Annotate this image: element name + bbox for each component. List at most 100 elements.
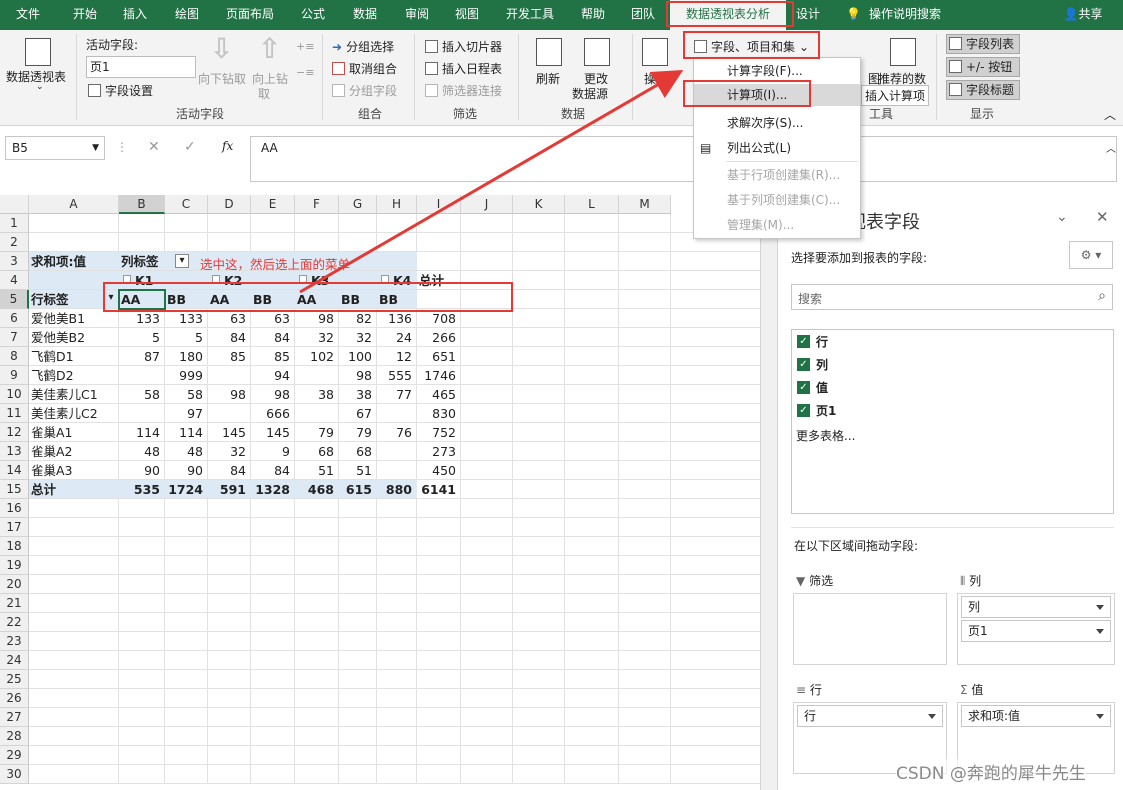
value-cell[interactable]: 77	[379, 385, 415, 404]
value-cell[interactable]: 98	[210, 385, 249, 404]
value-cell[interactable]: 12	[379, 347, 415, 366]
plus-minus-toggle[interactable]: +/- 按钮	[946, 57, 1020, 77]
tab-file[interactable]: 文件	[8, 0, 48, 30]
row-header-26[interactable]: 26	[0, 689, 29, 708]
value-cell[interactable]	[297, 404, 337, 423]
value-cell[interactable]	[121, 404, 163, 423]
chevron-down-icon[interactable]: ⌄	[1056, 209, 1068, 225]
value-cell[interactable]: 84	[253, 328, 293, 347]
chevron-up-icon[interactable]: ︿	[1106, 140, 1116, 155]
value-cell[interactable]: 84	[210, 461, 249, 480]
row-header-11[interactable]: 11	[0, 404, 29, 423]
field-list-toggle[interactable]: 字段列表	[946, 34, 1020, 54]
column-header-C[interactable]: C	[165, 195, 208, 214]
value-cell[interactable]: 48	[121, 442, 163, 461]
row-header-6[interactable]: 6	[0, 309, 29, 328]
group-field-button[interactable]: 分组字段	[332, 82, 397, 99]
tab-team[interactable]: 团队	[622, 0, 664, 30]
share-button[interactable]: 👤共享	[1058, 0, 1108, 30]
value-cell[interactable]: 90	[121, 461, 163, 480]
value-cell[interactable]	[210, 366, 249, 385]
tab-insert[interactable]: 插入	[114, 0, 156, 30]
menu-create-set-rows[interactable]: 基于行项创建集(R)...	[694, 164, 860, 186]
row-header-5[interactable]: 5	[0, 290, 29, 309]
value-cell[interactable]: 79	[341, 423, 375, 442]
row-header-27[interactable]: 27	[0, 708, 29, 727]
column-header-A[interactable]: A	[29, 195, 119, 214]
column-header-I[interactable]: I	[417, 195, 461, 214]
value-cell[interactable]: 5	[167, 328, 206, 347]
drill-down-button[interactable]: 向下钻取	[198, 70, 246, 87]
field-settings-button[interactable]: 字段设置	[88, 82, 153, 99]
tab-data[interactable]: 数据	[344, 0, 386, 30]
row-label-cell[interactable]: 美佳素儿C1	[31, 385, 117, 404]
row-header-12[interactable]: 12	[0, 423, 29, 442]
collapse-ribbon-icon[interactable]: ︿	[1104, 106, 1116, 123]
value-cell[interactable]	[297, 366, 337, 385]
column-header-G[interactable]: G	[339, 195, 377, 214]
row-header-2[interactable]: 2	[0, 233, 29, 252]
row-header-17[interactable]: 17	[0, 518, 29, 537]
field-item-col[interactable]: 列	[816, 356, 828, 373]
value-cell[interactable]: 145	[210, 423, 249, 442]
row-field-item[interactable]: 行	[797, 705, 943, 727]
field-search-input[interactable]: 搜索 ⌕	[791, 284, 1113, 310]
tab-developer[interactable]: 开发工具	[498, 0, 562, 30]
value-cell[interactable]: 752	[419, 423, 459, 442]
field-headers-toggle[interactable]: 字段标题	[946, 80, 1020, 100]
row-header-23[interactable]: 23	[0, 632, 29, 651]
row-label-cell[interactable]: 飞鹤D2	[31, 366, 117, 385]
insert-timeline-button[interactable]: 插入日程表	[425, 60, 502, 77]
field-item-page1[interactable]: 页1	[816, 402, 836, 419]
checkbox-icon[interactable]: ✓	[797, 335, 810, 348]
more-tables-link[interactable]: 更多表格...	[796, 427, 855, 444]
menu-create-set-cols[interactable]: 基于列项创建集(C)...	[694, 189, 860, 211]
row-header-25[interactable]: 25	[0, 670, 29, 689]
value-cell[interactable]: 85	[253, 347, 293, 366]
group-selection-button[interactable]: ➜ 分组选择	[332, 38, 394, 55]
row-header-3[interactable]: 3	[0, 252, 29, 271]
value-cell[interactable]: 90	[167, 461, 206, 480]
value-cell[interactable]: 555	[379, 366, 415, 385]
active-field-input[interactable]: 页1	[86, 56, 196, 78]
value-cell[interactable]: 38	[341, 385, 375, 404]
value-cell[interactable]: 51	[341, 461, 375, 480]
row-label-cell[interactable]: 美佳素儿C2	[31, 404, 117, 423]
gear-icon[interactable]: ⚙ ▾	[1069, 241, 1113, 269]
column-header-J[interactable]: J	[461, 195, 513, 214]
pivot-column-label[interactable]: 列标签	[121, 252, 165, 271]
value-cell[interactable]: 32	[341, 328, 375, 347]
vertical-scrollbar[interactable]	[760, 214, 777, 790]
value-cell[interactable]: 68	[341, 442, 375, 461]
value-cell[interactable]: 38	[297, 385, 337, 404]
insert-function-icon[interactable]: fx	[222, 139, 233, 153]
value-cell[interactable]: 58	[121, 385, 163, 404]
row-header-22[interactable]: 22	[0, 613, 29, 632]
filter-zone[interactable]	[793, 593, 947, 665]
tab-page-layout[interactable]: 页面布局	[218, 0, 282, 30]
tab-home[interactable]: 开始	[62, 0, 108, 30]
value-cell[interactable]: 84	[210, 328, 249, 347]
column-header-D[interactable]: D	[208, 195, 251, 214]
row-header-20[interactable]: 20	[0, 575, 29, 594]
column-header-L[interactable]: L	[565, 195, 619, 214]
row-header-28[interactable]: 28	[0, 727, 29, 746]
checkbox-icon[interactable]: ✓	[797, 381, 810, 394]
tab-design[interactable]: 设计	[788, 0, 828, 30]
row-header-9[interactable]: 9	[0, 366, 29, 385]
tell-me-search[interactable]: 💡 操作说明搜索	[846, 0, 956, 30]
value-cell[interactable]: 48	[167, 442, 206, 461]
row-header-24[interactable]: 24	[0, 651, 29, 670]
row-header-29[interactable]: 29	[0, 746, 29, 765]
value-cell[interactable]: 94	[253, 366, 293, 385]
menu-list-formulas[interactable]: ▤ 列出公式(L)	[694, 137, 860, 159]
value-cell[interactable]: 58	[167, 385, 206, 404]
value-cell[interactable]: 98	[253, 385, 293, 404]
row-header-4[interactable]: 4	[0, 271, 29, 290]
value-cell[interactable]: 85	[210, 347, 249, 366]
row-header-10[interactable]: 10	[0, 385, 29, 404]
value-field-item[interactable]: 求和项:值	[961, 705, 1111, 727]
expand-field-icon[interactable]: +≡	[296, 40, 314, 53]
checkbox-icon[interactable]: ✓	[797, 404, 810, 417]
column-filter-dropdown[interactable]: ▾	[175, 254, 189, 268]
